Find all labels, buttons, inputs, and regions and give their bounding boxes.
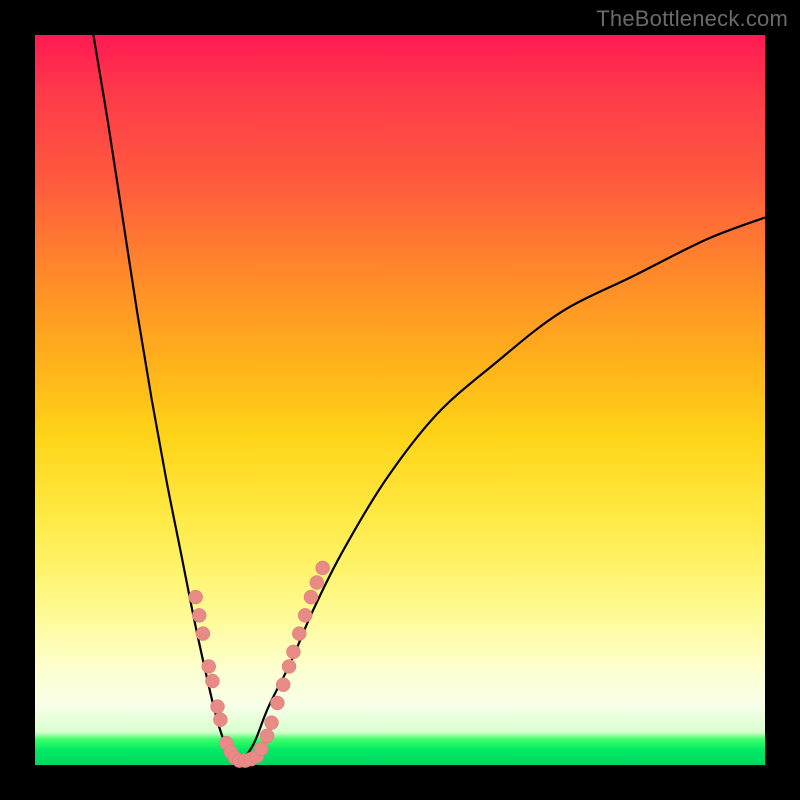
highlight-dots bbox=[189, 561, 330, 768]
highlight-dot bbox=[304, 590, 318, 604]
highlight-dot bbox=[292, 627, 306, 641]
chart-svg bbox=[35, 35, 765, 765]
highlight-dot bbox=[202, 659, 216, 673]
highlight-dot bbox=[205, 674, 219, 688]
highlight-dot bbox=[192, 608, 206, 622]
highlight-dot bbox=[282, 659, 296, 673]
highlight-dot bbox=[276, 678, 290, 692]
left-curve bbox=[93, 35, 239, 765]
highlight-dot bbox=[260, 729, 274, 743]
highlight-dot bbox=[189, 590, 203, 604]
highlight-dot bbox=[310, 576, 324, 590]
highlight-dot bbox=[265, 716, 279, 730]
right-curve bbox=[239, 218, 765, 766]
highlight-dot bbox=[286, 645, 300, 659]
highlight-dot bbox=[298, 608, 312, 622]
watermark-text: TheBottleneck.com bbox=[596, 6, 788, 32]
highlight-dot bbox=[316, 561, 330, 575]
highlight-dot bbox=[196, 627, 210, 641]
plot-area bbox=[35, 35, 765, 765]
highlight-dot bbox=[270, 696, 284, 710]
chart-frame: TheBottleneck.com bbox=[0, 0, 800, 800]
highlight-dot bbox=[211, 700, 225, 714]
highlight-dot bbox=[254, 742, 268, 756]
highlight-dot bbox=[213, 713, 227, 727]
